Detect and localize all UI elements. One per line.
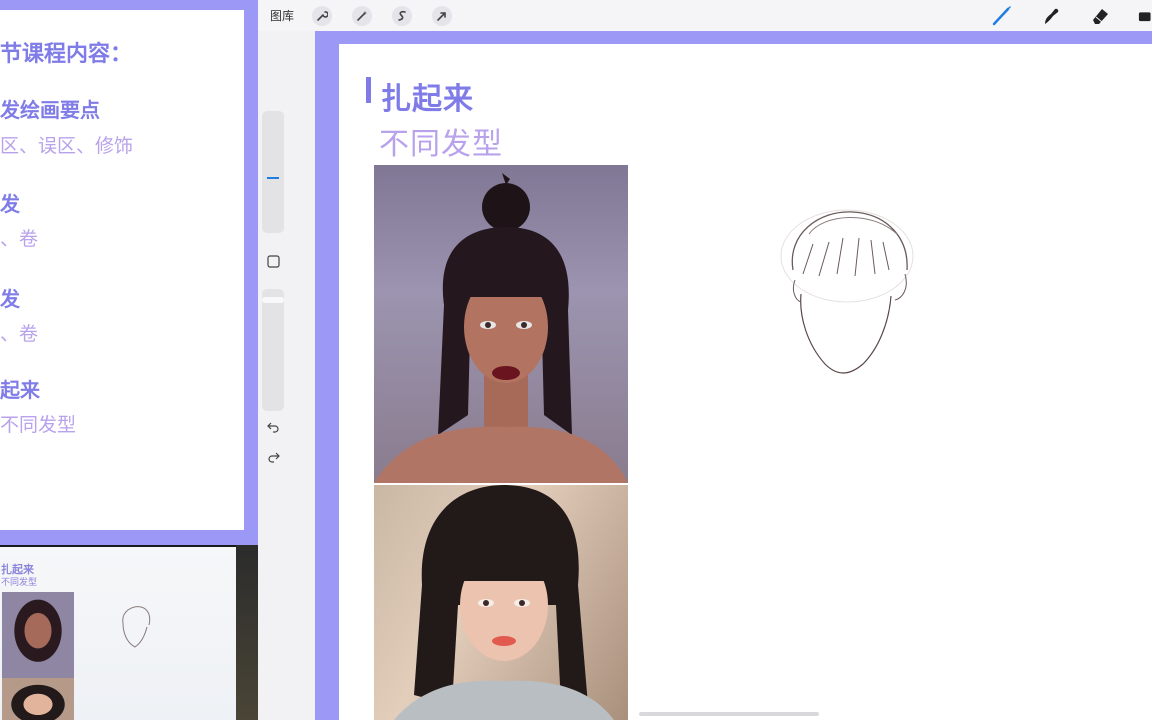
webcam-photo-2 [2, 678, 74, 720]
webcam-sketch [122, 606, 151, 648]
side-toolbar [258, 31, 315, 720]
canvas-title: 扎起来 [381, 82, 474, 117]
gallery-button[interactable]: 图库 [270, 7, 294, 24]
layers-icon[interactable] [1136, 4, 1152, 28]
canvas-subtitle: 不同发型 [379, 127, 503, 162]
outline-heading: 节课程内容： [0, 42, 133, 67]
brush-size-thumb[interactable] [267, 177, 279, 179]
drawing-app: 图库 扎起来 不同发型 [258, 0, 1152, 720]
reference-photo-ponytail [374, 485, 628, 720]
square-icon[interactable] [265, 253, 281, 269]
smudge-icon[interactable] [1039, 4, 1063, 28]
outline-item-2-detail: 、卷 [0, 228, 39, 250]
slide-preview-panel: 节课程内容： 发绘画要点 区、误区、修饰 发 、卷 发 、卷 起来 不同发型 [0, 0, 258, 545]
webcam-screen-capture: 扎起来 不同发型 [0, 547, 240, 720]
title-accent-bar [366, 77, 371, 103]
reference-photo-bun [374, 165, 628, 483]
hair-sketch [780, 209, 914, 374]
magic-wand-icon[interactable] [352, 6, 372, 26]
top-toolbar: 图库 [258, 0, 1152, 31]
webcam-preview: 扎起来 不同发型 [0, 545, 258, 720]
webcam-subtitle: 不同发型 [1, 578, 38, 588]
canvas-frame: 扎起来 不同发型 [315, 31, 1152, 720]
canvas-scroll-indicator[interactable] [639, 712, 819, 716]
drawing-canvas[interactable]: 扎起来 不同发型 [339, 44, 1152, 720]
redo-icon[interactable] [265, 449, 281, 465]
outline-item-1-detail: 区、误区、修饰 [0, 135, 134, 157]
brush-icon[interactable] [990, 4, 1014, 28]
outline-item-3-title: 发 [0, 287, 20, 311]
webcam-photo-1 [2, 592, 74, 678]
opacity-slider[interactable] [262, 289, 284, 411]
outline-item-4-detail: 不同发型 [0, 414, 77, 436]
s-select-icon[interactable] [392, 6, 412, 26]
outline-item-4-title: 起来 [0, 378, 40, 402]
webcam-room-edge [236, 545, 258, 720]
arrow-cursor-icon[interactable] [432, 6, 452, 26]
opacity-thumb[interactable] [262, 297, 284, 303]
eraser-icon[interactable] [1088, 4, 1112, 28]
outline-item-2-title: 发 [0, 192, 20, 216]
undo-icon[interactable] [265, 419, 281, 435]
brush-size-slider[interactable] [262, 111, 284, 233]
outline-item-1-title: 发绘画要点 [0, 98, 100, 122]
outline-item-3-detail: 、卷 [0, 323, 39, 345]
wrench-icon[interactable] [312, 6, 332, 26]
course-outline-slide: 节课程内容： 发绘画要点 区、误区、修饰 发 、卷 发 、卷 起来 不同发型 [0, 10, 244, 530]
